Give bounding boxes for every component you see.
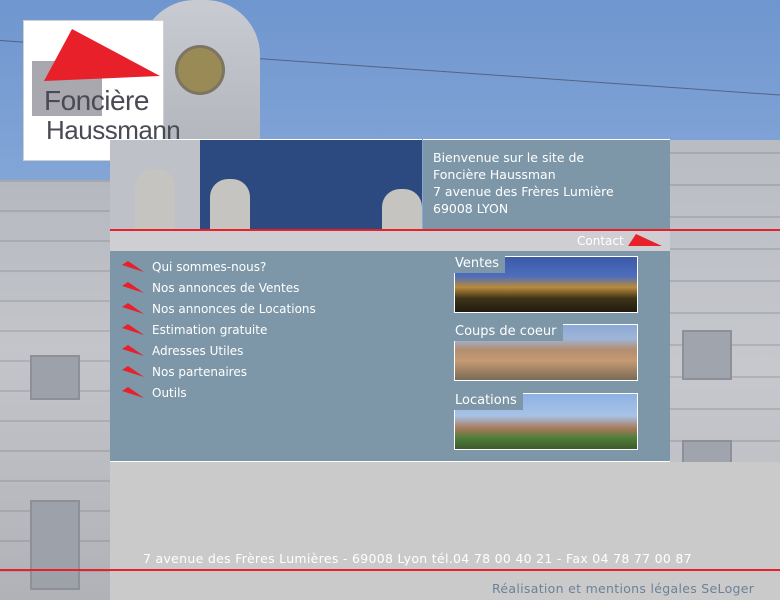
red-arrow-icon: [122, 366, 144, 377]
menu-item-label: Adresses Utiles: [152, 344, 244, 358]
building-window: [30, 355, 80, 400]
red-arrow-icon: [122, 261, 144, 272]
logo-text-line1: Foncière: [44, 85, 149, 116]
category-coups-de-coeur[interactable]: Coups de coeur: [454, 324, 638, 382]
contact-link[interactable]: Contact: [577, 234, 624, 248]
tower-clock: [175, 45, 225, 95]
main-menu: Qui sommes-nous? Nos annonces de Ventes …: [122, 257, 316, 404]
menu-item-label: Qui sommes-nous?: [152, 260, 267, 274]
footer-address: 7 avenue des Frères Lumières - 69008 Lyo…: [143, 551, 692, 566]
left-building: [0, 180, 110, 600]
menu-item-outils[interactable]: Outils: [122, 383, 316, 404]
category-ventes[interactable]: Ventes: [454, 256, 638, 314]
building-window: [30, 500, 80, 590]
statue-figure: [382, 189, 422, 229]
red-arrow-icon: [122, 303, 144, 314]
header-photo: [110, 139, 422, 229]
welcome-line: Foncière Haussman: [433, 167, 556, 182]
menu-item-qui-sommes-nous[interactable]: Qui sommes-nous?: [122, 257, 316, 278]
welcome-line: 69008 LYON: [433, 201, 509, 216]
credit-link[interactable]: Réalisation et mentions légales SeLoger: [492, 581, 754, 596]
red-arrow-icon: [122, 345, 144, 356]
statue-figure: [210, 179, 250, 229]
red-divider: [0, 569, 780, 571]
red-arrow-icon: [122, 324, 144, 335]
footer-band: [110, 462, 780, 600]
menu-item-label: Nos partenaires: [152, 365, 247, 379]
menu-item-label: Nos annonces de Locations: [152, 302, 316, 316]
category-label: Locations: [454, 393, 523, 410]
menu-item-label: Estimation gratuite: [152, 323, 268, 337]
welcome-line: 7 avenue des Frères Lumière: [433, 184, 614, 199]
menu-item-adresses-utiles[interactable]: Adresses Utiles: [122, 341, 316, 362]
category-label: Ventes: [454, 256, 505, 273]
statue-figure: [135, 169, 175, 229]
menu-item-label: Nos annonces de Ventes: [152, 281, 300, 295]
menu-item-annonces-ventes[interactable]: Nos annonces de Ventes: [122, 278, 316, 299]
menu-item-label: Outils: [152, 386, 187, 400]
welcome-line: Bienvenue sur le site de: [433, 150, 585, 165]
menu-item-annonces-locations[interactable]: Nos annonces de Locations: [122, 299, 316, 320]
building-window: [682, 330, 732, 380]
category-locations[interactable]: Locations: [454, 393, 638, 451]
category-label: Coups de coeur: [454, 324, 563, 341]
menu-item-partenaires[interactable]: Nos partenaires: [122, 362, 316, 383]
menu-item-estimation[interactable]: Estimation gratuite: [122, 320, 316, 341]
welcome-box: Bienvenue sur le site de Foncière Haussm…: [423, 139, 670, 229]
red-arrow-icon: [122, 282, 144, 293]
red-arrow-icon: [628, 234, 662, 246]
red-arrow-icon: [122, 387, 144, 398]
